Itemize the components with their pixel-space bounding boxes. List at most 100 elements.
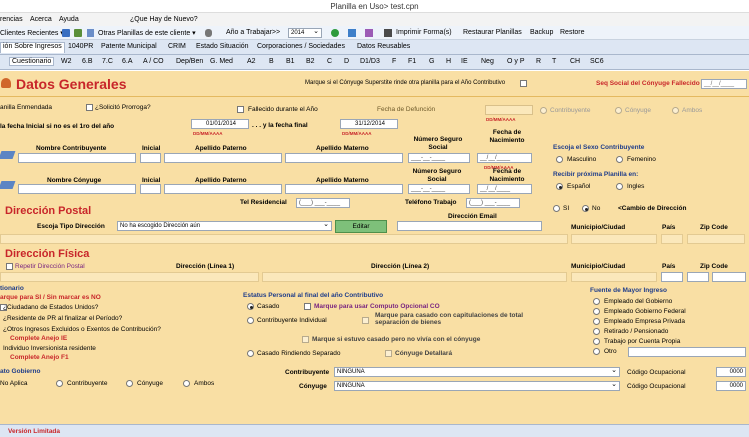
inicial-contribuyente-input[interactable] <box>140 153 161 163</box>
tab-d[interactable]: D <box>344 58 349 65</box>
espanol-radio[interactable] <box>556 183 563 190</box>
fecha-nacimiento-input[interactable]: __/__/____ <box>477 153 532 163</box>
zip-postal-input[interactable] <box>687 234 745 244</box>
cambio-no-radio[interactable] <box>582 205 589 212</box>
tel-trabajo-input[interactable]: (___) ___-____ <box>466 198 520 208</box>
tab-6a[interactable]: 6.A <box>122 58 133 65</box>
fecha-final-input[interactable]: 31/12/2014 <box>340 119 398 129</box>
refresh-icon[interactable] <box>74 29 82 37</box>
prorroga-checkbox[interactable] <box>86 104 93 111</box>
nombre-contribuyente-input[interactable] <box>18 153 136 163</box>
gob-contribuyente-radio[interactable] <box>56 380 63 387</box>
computo-checkbox[interactable] <box>304 303 311 310</box>
apellido-paterno-input[interactable] <box>164 153 282 163</box>
other-returns-button[interactable]: Otras Planillas de este cliente ▾ <box>98 29 196 37</box>
tab-crim[interactable]: CRIM <box>168 43 186 50</box>
tab-ingresos[interactable]: ión Sobre Ingresos <box>0 42 65 53</box>
fecha-inicial-input[interactable]: 01/01/2014 <box>191 119 249 129</box>
menu-que-hay-nuevo[interactable]: ¿Que Hay de Nuevo? <box>130 16 198 23</box>
repetir-checkbox[interactable] <box>6 263 13 270</box>
gob-ambos-radio[interactable] <box>183 380 190 387</box>
tab-b2[interactable]: B2 <box>306 58 315 65</box>
fuente-otro-radio[interactable] <box>593 348 600 355</box>
tab-patente[interactable]: Patente Municipal <box>101 43 157 50</box>
tab-g[interactable]: G <box>429 58 434 65</box>
fuente-privada-radio[interactable] <box>593 318 600 325</box>
fisica-linea1-input[interactable] <box>0 272 259 282</box>
individual-radio[interactable] <box>247 317 254 324</box>
restore-returns-button[interactable]: Restaurar Planillas <box>463 29 522 36</box>
fecha-defuncion-input[interactable] <box>485 105 533 115</box>
masculino-radio[interactable] <box>556 156 563 163</box>
fuente-propia-radio[interactable] <box>593 338 600 345</box>
document-icon[interactable] <box>87 29 94 37</box>
detallara-checkbox[interactable] <box>385 350 392 357</box>
save-icon[interactable] <box>62 29 70 37</box>
editar-button[interactable]: Editar <box>335 220 387 233</box>
pencil-icon[interactable] <box>0 181 16 189</box>
apellido-materno-input[interactable] <box>285 153 403 163</box>
tel-residencial-input[interactable]: (___) ___-____ <box>296 198 350 208</box>
email-input[interactable] <box>397 221 542 231</box>
tab-c[interactable]: C <box>327 58 332 65</box>
ss-fallecido-input[interactable]: __/__/____ <box>701 79 747 89</box>
tab-b[interactable]: B <box>269 58 274 65</box>
tab-r[interactable]: R <box>536 58 541 65</box>
tab-corporaciones[interactable]: Corporaciones / Sociedades <box>257 43 345 50</box>
zip-fisica-input[interactable] <box>687 272 709 282</box>
tab-a2[interactable]: A2 <box>247 58 256 65</box>
direccion-postal-input[interactable] <box>0 234 568 244</box>
book-icon[interactable] <box>365 29 373 37</box>
fisica-linea2-input[interactable] <box>262 272 567 282</box>
ss-contribuyente-input[interactable]: ___-__-____ <box>408 153 470 163</box>
tab-depben[interactable]: Dep/Ben <box>176 58 203 65</box>
tipo-direccion-select[interactable]: No ha escogido Dirección aún <box>117 220 332 231</box>
tab-6b[interactable]: 6.B <box>82 58 93 65</box>
restore-button[interactable]: Restore <box>560 29 585 36</box>
fallecido-checkbox[interactable] <box>237 106 244 113</box>
nombre-conyuge-input[interactable] <box>18 184 136 194</box>
fuente-gobierno-radio[interactable] <box>593 298 600 305</box>
apellido-materno-conyuge-input[interactable] <box>285 184 403 194</box>
calc-icon[interactable] <box>348 29 356 37</box>
separado-radio[interactable] <box>247 350 254 357</box>
ocupacion-contribuyente-select[interactable]: NINGUNA <box>334 366 620 377</box>
backup-button[interactable]: Backup <box>530 29 553 36</box>
tab-oyp[interactable]: O y P <box>507 58 525 65</box>
ocupacion-conyuge-select[interactable]: NINGUNA <box>334 380 620 391</box>
tab-7c[interactable]: 7.C <box>102 58 113 65</box>
tab-estado-situacion[interactable]: Estado Situación <box>196 43 249 50</box>
femenino-radio[interactable] <box>616 156 623 163</box>
tab-1040pr[interactable]: 1040PR <box>68 43 93 50</box>
print-forms-button[interactable]: Imprimir Forma(s) <box>396 29 452 36</box>
codigo-conyuge-input[interactable]: 0000 <box>716 381 746 391</box>
tab-f1[interactable]: F1 <box>408 58 416 65</box>
fallecido-conyuge-radio[interactable] <box>615 107 622 114</box>
recent-clients-button[interactable]: Clientes Recientes ▾ <box>0 29 64 37</box>
municipio-postal-input[interactable] <box>571 234 657 244</box>
ss-conyuge-input[interactable]: ___-__-____ <box>408 184 470 194</box>
menu-acerca[interactable]: Acerca <box>30 16 52 23</box>
tab-t[interactable]: T <box>552 58 556 65</box>
go-icon[interactable] <box>331 29 339 37</box>
capitulaciones-checkbox[interactable] <box>362 317 369 324</box>
tab-ch[interactable]: CH <box>570 58 580 65</box>
codigo-contribuyente-input[interactable]: 0000 <box>716 367 746 377</box>
zip4-fisica-input[interactable] <box>712 272 746 282</box>
tab-w2[interactable]: W2 <box>61 58 72 65</box>
superstite-checkbox[interactable] <box>520 80 527 87</box>
fuente-federal-radio[interactable] <box>593 308 600 315</box>
ingles-radio[interactable] <box>616 183 623 190</box>
tab-h[interactable]: H <box>446 58 451 65</box>
tab-cuestionario[interactable]: Cuestionario <box>9 57 55 66</box>
tab-gmed[interactable]: G. Med <box>210 58 233 65</box>
cambio-si-radio[interactable] <box>553 205 560 212</box>
no-vivia-checkbox[interactable] <box>302 336 309 343</box>
fuente-otro-input[interactable] <box>628 347 746 357</box>
tab-b1[interactable]: B1 <box>286 58 295 65</box>
fallecido-ambos-radio[interactable] <box>672 107 679 114</box>
tab-datos-reusables[interactable]: Datos Reusables <box>357 43 410 50</box>
fallecido-contribuyente-radio[interactable] <box>540 107 547 114</box>
casado-radio[interactable] <box>247 303 254 310</box>
inicial-conyuge-input[interactable] <box>140 184 161 194</box>
